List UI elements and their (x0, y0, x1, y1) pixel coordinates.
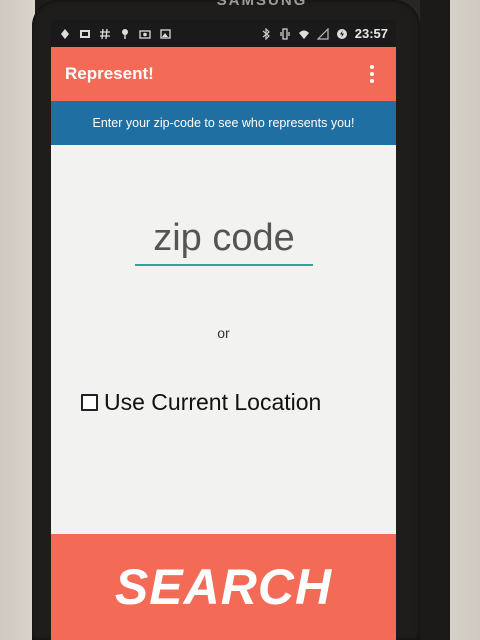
status-time: 23:57 (354, 26, 388, 41)
signal-icon (316, 27, 329, 40)
bluetooth-icon (260, 27, 272, 40)
photo-icon (139, 28, 151, 40)
search-button-label: SEARCH (114, 559, 333, 615)
hashtag-icon (99, 28, 111, 40)
zip-code-input[interactable] (135, 217, 313, 266)
image-icon (79, 28, 91, 40)
vibrate-icon (279, 27, 291, 40)
form-content: or Use Current Location (51, 145, 396, 535)
use-location-label: Use Current Location (104, 389, 322, 415)
zip-field-wrapper (135, 217, 313, 266)
instruction-banner: Enter your zip-code to see who represent… (51, 101, 396, 145)
device-brand: SAMSUNG (216, 0, 308, 9)
status-right-icons: 23:57 (260, 26, 388, 41)
navigation-icon (59, 28, 71, 40)
use-location-checkbox[interactable] (81, 394, 98, 411)
battery-icon (336, 28, 348, 40)
app-title: Represent! (65, 64, 154, 83)
app-bar: Represent! (51, 47, 396, 101)
app-screen: 23:57 Represent! Enter your zip-code to … (51, 20, 396, 640)
gallery-icon (159, 28, 171, 40)
status-left-icons (59, 28, 171, 40)
use-location-option[interactable]: Use Current Location (81, 389, 321, 416)
or-separator: or (217, 325, 230, 341)
search-button[interactable]: SEARCH (51, 534, 396, 640)
wifi-icon (298, 28, 310, 40)
overflow-menu-icon[interactable] (362, 62, 382, 86)
status-bar: 23:57 (51, 20, 396, 47)
pin-icon (119, 28, 131, 40)
